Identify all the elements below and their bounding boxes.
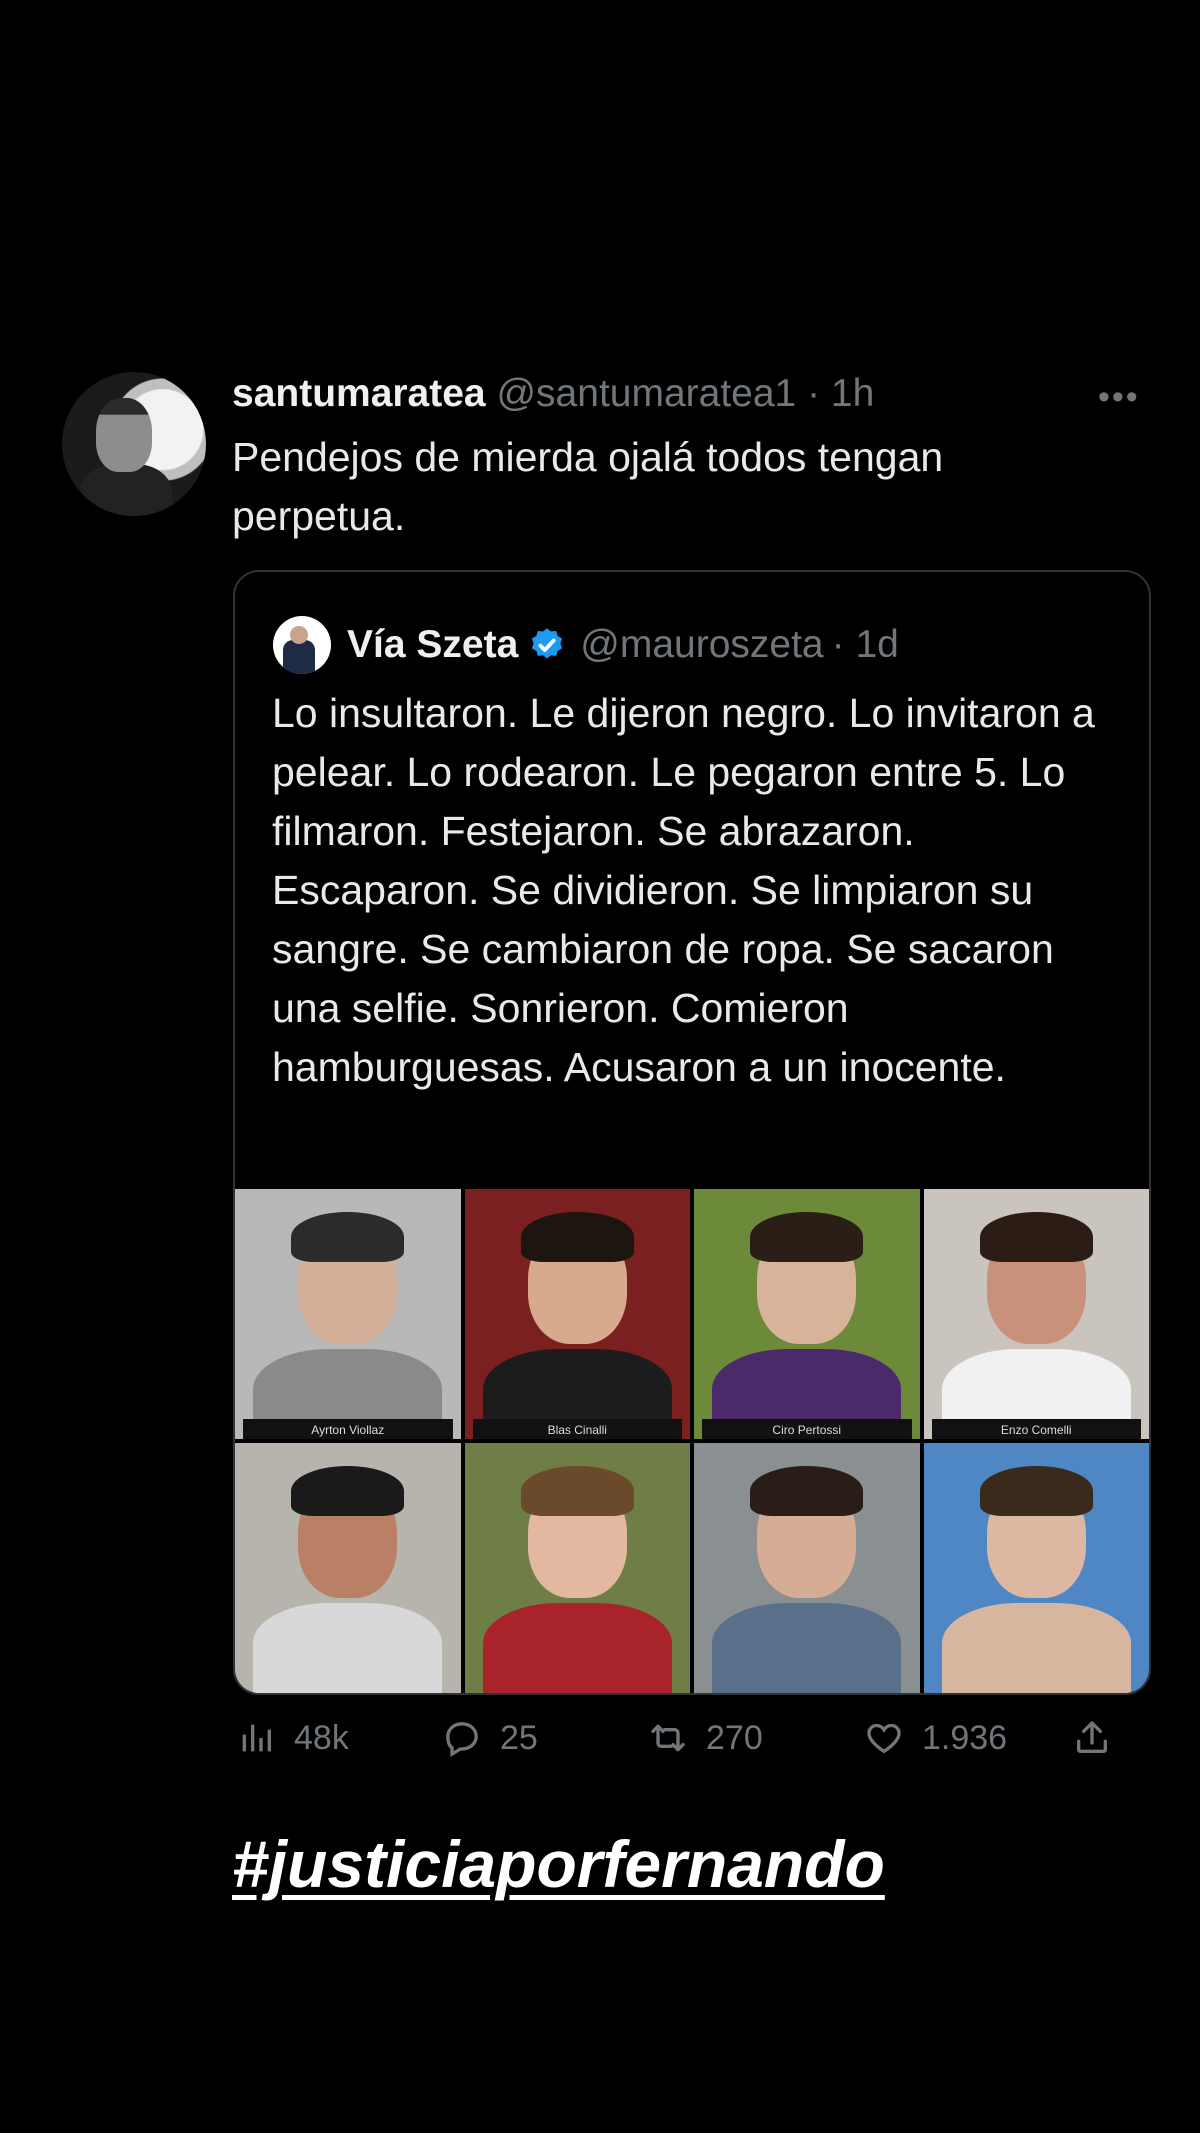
photo-hair [979, 1211, 1093, 1262]
author-name[interactable]: santumaratea [232, 372, 486, 415]
avatar-face [96, 398, 152, 472]
retweet-count: 270 [706, 1718, 763, 1757]
collage-photo[interactable]: Ayrton Viollaz [235, 1189, 461, 1439]
quoted-avatar[interactable] [273, 616, 331, 674]
share-icon [1077, 1721, 1107, 1753]
collage-photo[interactable] [235, 1443, 461, 1693]
photo-hair [750, 1211, 864, 1262]
reply-count: 25 [500, 1718, 538, 1757]
photo-torso [712, 1603, 902, 1693]
tweet-actions: 48k 25 270 1.936 [236, 1718, 1136, 1768]
collage-photo[interactable] [694, 1443, 920, 1693]
quoted-avatar-suit [283, 640, 315, 674]
author-avatar[interactable] [62, 372, 206, 516]
like-count: 1.936 [922, 1718, 1008, 1757]
views-count: 48k [294, 1718, 349, 1757]
quoted-author-name[interactable]: Vía Szeta [347, 623, 518, 667]
collage-photo[interactable] [923, 1443, 1149, 1693]
reply-action[interactable]: 25 [442, 1718, 538, 1758]
photo-caption: Enzo Comelli [931, 1419, 1141, 1439]
photo-hair [979, 1465, 1093, 1516]
views-action[interactable]: 48k [236, 1718, 349, 1758]
reply-icon [446, 1722, 478, 1757]
collage-photo[interactable]: Enzo Comelli [923, 1189, 1149, 1439]
quoted-tweet[interactable]: Vía Szeta @mauroszeta · 1d Lo insultaron… [233, 570, 1151, 1695]
photo-hair [520, 1465, 634, 1516]
retweet-action[interactable]: 270 [648, 1718, 763, 1758]
photo-torso [482, 1603, 672, 1693]
photo-caption: Ayrton Viollaz [243, 1419, 453, 1439]
quoted-header: Vía Szeta @mauroszeta · 1d [273, 616, 899, 674]
photo-hair [291, 1465, 405, 1516]
quoted-avatar-head [290, 626, 308, 644]
tweet-header: santumaratea @santumaratea1 · 1h [232, 372, 874, 416]
retweet-icon [651, 1724, 685, 1752]
photo-caption: Blas Cinalli [472, 1419, 682, 1439]
collage-photo[interactable] [464, 1443, 690, 1693]
photo-hair [291, 1211, 405, 1262]
collage-photo[interactable]: Blas Cinalli [464, 1189, 690, 1439]
like-action[interactable]: 1.936 [864, 1718, 1007, 1758]
tweet-text: Pendejos de mierda ojalá todos tengan pe… [232, 434, 944, 539]
tweet-time[interactable]: · 1h [807, 372, 874, 415]
quoted-author-handle[interactable]: @mauroszeta [580, 623, 823, 667]
quoted-tweet-text: Lo insultaron. Le dijeron negro. Lo invi… [272, 690, 1095, 1090]
share-action[interactable] [1072, 1718, 1130, 1758]
analytics-icon [242, 1724, 271, 1752]
photo-caption: Ciro Pertossi [702, 1419, 912, 1439]
heart-icon [867, 1723, 901, 1754]
author-handle[interactable]: @santumaratea1 [496, 372, 796, 415]
hashtag-sticker[interactable]: #justiciaporfernando [232, 1826, 885, 1902]
quoted-tweet-time[interactable]: · 1d [832, 623, 899, 667]
photo-torso [253, 1603, 443, 1693]
more-options-icon[interactable]: ••• [1098, 378, 1140, 417]
photo-collage[interactable]: Ayrton Viollaz Blas Cinalli Ciro Pertossi E… [235, 1189, 1149, 1693]
photo-hair [520, 1211, 634, 1262]
collage-photo[interactable]: Ciro Pertossi [694, 1189, 920, 1439]
verified-badge-icon [532, 628, 563, 659]
photo-torso [941, 1603, 1131, 1693]
photo-hair [750, 1465, 864, 1516]
